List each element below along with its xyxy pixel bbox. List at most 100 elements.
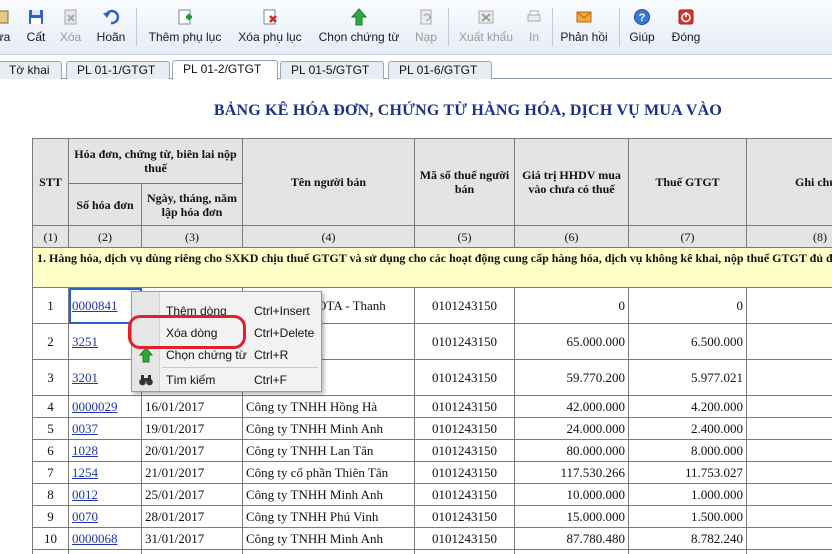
cell-notes[interactable] (746, 549, 832, 554)
add-appendix-button[interactable]: Thêm phụ lục (146, 0, 224, 55)
cell-stt[interactable]: 11 (32, 549, 69, 554)
cell-seller-tax-code[interactable]: 0101243150 (414, 483, 515, 506)
cell-value-before-tax[interactable]: 15.000.000 (514, 505, 629, 528)
cell-invoice-number[interactable]: 0000029 (68, 395, 142, 418)
select-voucher-button[interactable]: Chọn chứng từ (316, 0, 402, 55)
cell-value-before-tax[interactable]: 10.000.000 (514, 483, 629, 506)
cell-vat[interactable]: 8.782.240 (628, 527, 747, 550)
cell-stt[interactable]: 8 (32, 483, 69, 506)
tab-pl-01-6[interactable]: PL 01-6/GTGT (388, 61, 492, 79)
cell-value-before-tax[interactable]: 24.000.000 (514, 417, 629, 440)
tab-to-khai[interactable]: Tờ khai (0, 61, 62, 79)
invoice-link[interactable]: 0000029 (72, 399, 118, 414)
invoice-link[interactable]: 0012 (72, 487, 98, 502)
cell-stt[interactable]: 9 (32, 505, 69, 528)
cell-value-before-tax[interactable]: 42.000.000 (514, 395, 629, 418)
cell-seller-tax-code[interactable]: 0101243150 (414, 395, 515, 418)
invoice-link[interactable]: 0070 (72, 509, 98, 524)
tab-pl-01-2[interactable]: PL 01-2/GTGT (172, 60, 278, 80)
feedback-button[interactable]: Phản hồi (558, 0, 610, 55)
cell-vat[interactable]: 2.400.000 (628, 417, 747, 440)
cell-invoice-number[interactable]: 0012 (68, 483, 142, 506)
cell-notes[interactable] (746, 483, 832, 506)
cell-stt[interactable]: 7 (32, 461, 69, 484)
cell-value-before-tax[interactable]: 59.770.200 (514, 359, 629, 396)
table-row[interactable]: 8 0012 25/01/2017 Công ty TNHH Minh Anh 0101… (32, 483, 832, 506)
cell-invoice-date[interactable]: 31/01/2017 (141, 527, 243, 550)
cell-value-before-tax[interactable]: 117.530.266 (514, 461, 629, 484)
cell-seller-name[interactable]: Công ty TNHH Phú Vinh (242, 505, 415, 528)
cell-notes[interactable] (746, 505, 832, 528)
cell-seller-tax-code[interactable]: 0101243150 (414, 439, 515, 462)
help-button[interactable]: ? Giúp (626, 0, 658, 55)
cell-invoice-number[interactable]: 0037 (68, 417, 142, 440)
delete-appendix-button[interactable]: Xóa phụ lục (236, 0, 304, 55)
cell-stt[interactable]: 1 (32, 287, 69, 324)
load-button[interactable]: Nạp (412, 0, 440, 55)
cell-seller-name[interactable]: Công ty cổ phần Thiên Tân (242, 461, 415, 484)
cell-vat[interactable]: 1.500.000 (628, 505, 747, 528)
invoice-link[interactable]: 3201 (72, 370, 98, 385)
cell-vat[interactable]: 11.753.027 (628, 461, 747, 484)
cell-seller-name[interactable]: Công ty TNHH Minh Anh (242, 527, 415, 550)
cell-seller-tax-code[interactable]: 0101243150 (414, 527, 515, 550)
cell-notes[interactable] (746, 287, 832, 324)
cell-seller-name[interactable]: Công ty TNHH Lan Tân (242, 439, 415, 462)
cell-seller-name[interactable]: Công ty TNHH Minh Anh (242, 483, 415, 506)
cell-stt[interactable]: 10 (32, 527, 69, 550)
cell-vat[interactable]: 4.200.000 (628, 395, 747, 418)
cell-stt[interactable]: 2 (32, 323, 69, 360)
invoice-link[interactable]: 3251 (72, 334, 98, 349)
cell-invoice-number[interactable]: 1254 (68, 461, 142, 484)
cell-value-before-tax[interactable]: 0 (514, 287, 629, 324)
cell-invoice-number[interactable]: 0000068 (68, 527, 142, 550)
cell-invoice-date[interactable]: 16/01/2017 (141, 395, 243, 418)
undo-button[interactable]: Hoãn (94, 0, 128, 55)
cell-seller-tax-code[interactable]: 0101243150 (414, 323, 515, 360)
cell-invoice-date[interactable]: 20/01/2017 (141, 439, 243, 462)
export-button[interactable]: Xuất khẩu (456, 0, 516, 55)
cell-invoice-date[interactable]: 19/01/2017 (141, 417, 243, 440)
cell-vat[interactable]: 6.500.000 (628, 323, 747, 360)
edit-button[interactable]: ửa (0, 0, 14, 55)
table-row[interactable]: 9 0070 28/01/2017 Công ty TNHH Phú Vinh 0101… (32, 505, 832, 528)
delete-button[interactable]: Xóa (57, 0, 84, 55)
invoice-link[interactable]: 0037 (72, 421, 98, 436)
cell-invoice-date[interactable]: 28/01/2017 (141, 505, 243, 528)
table-row[interactable]: 4 0000029 16/01/2017 Công ty TNHH Hồng Hà 01… (32, 395, 832, 418)
table-row[interactable]: 11012541031/01/2017Công ty TNHH Minh Anh… (32, 549, 832, 554)
cell-notes[interactable] (746, 395, 832, 418)
cell-notes[interactable] (746, 461, 832, 484)
cell-seller-name[interactable]: Công ty TNHH Hồng Hà (242, 395, 415, 418)
print-button[interactable]: In (524, 0, 544, 55)
menu-item-search[interactable]: Tìm kiếm Ctrl+F (134, 369, 320, 391)
cell-stt[interactable]: 3 (32, 359, 69, 396)
cell-stt[interactable]: 4 (32, 395, 69, 418)
cell-vat[interactable]: 24.000.000 (628, 549, 747, 554)
cell-value-before-tax[interactable]: 80.000.000 (514, 439, 629, 462)
cell-value-before-tax[interactable]: 87.780.480 (514, 527, 629, 550)
table-row[interactable]: 5 0037 19/01/2017 Công ty TNHH Minh Anh 0101… (32, 417, 832, 440)
cell-seller-tax-code[interactable]: 0101243150 (414, 417, 515, 440)
cell-vat[interactable]: 5.977.021 (628, 359, 747, 396)
cell-stt[interactable]: 6 (32, 439, 69, 462)
invoice-link[interactable]: 1254 (72, 465, 98, 480)
tab-pl-01-1[interactable]: PL 01-1/GTGT (66, 61, 170, 79)
cell-invoice-number[interactable]: 0070 (68, 505, 142, 528)
cell-invoice-number[interactable]: 0125410 (68, 549, 142, 554)
cell-notes[interactable] (746, 527, 832, 550)
cell-seller-tax-code[interactable]: 0101243150 (414, 461, 515, 484)
cell-invoice-date[interactable]: 21/01/2017 (141, 461, 243, 484)
cell-invoice-number[interactable]: 1028 (68, 439, 142, 462)
save-button[interactable]: Cất (23, 0, 49, 55)
cell-seller-name[interactable]: Công ty TNHH Minh Anh (242, 549, 415, 554)
cell-vat[interactable]: 8.000.000 (628, 439, 747, 462)
cell-value-before-tax[interactable]: 240.000.000 (514, 549, 629, 554)
cell-vat[interactable]: 1.000.000 (628, 483, 747, 506)
cell-notes[interactable] (746, 323, 832, 360)
cell-value-before-tax[interactable]: 65.000.000 (514, 323, 629, 360)
cell-seller-tax-code[interactable]: 0101243150 (414, 505, 515, 528)
cell-invoice-date[interactable]: 31/01/2017 (141, 549, 243, 554)
table-row[interactable]: 6 1028 20/01/2017 Công ty TNHH Lan Tân 01012… (32, 439, 832, 462)
table-row[interactable]: 7 1254 21/01/2017 Công ty cổ phần Thiên Tân… (32, 461, 832, 484)
